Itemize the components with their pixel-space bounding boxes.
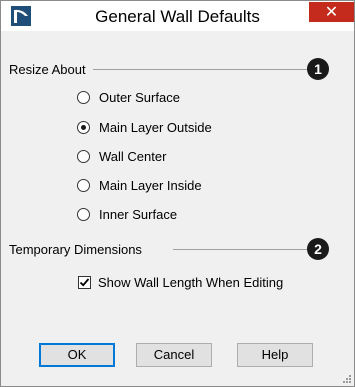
dialog-window: General Wall Defaults ✕ Resize About 1 O… bbox=[0, 0, 355, 387]
radio-label: Main Layer Outside bbox=[99, 119, 212, 135]
cancel-button[interactable]: Cancel bbox=[136, 343, 212, 367]
show-wall-length-label: Show Wall Length When Editing bbox=[98, 274, 284, 290]
callout-badge-1: 1 bbox=[307, 58, 329, 80]
radio-wall-center[interactable]: Wall Center bbox=[77, 147, 166, 165]
radio-label: Outer Surface bbox=[99, 89, 180, 105]
title-bar[interactable]: General Wall Defaults ✕ bbox=[1, 1, 354, 31]
close-icon: ✕ bbox=[324, 2, 339, 21]
radio-outer-surface[interactable]: Outer Surface bbox=[77, 88, 180, 106]
show-wall-length-checkbox[interactable] bbox=[78, 275, 91, 289]
temporary-dimensions-divider bbox=[173, 249, 311, 250]
radio-main-layer-inside[interactable]: Main Layer Inside bbox=[77, 176, 202, 194]
checkmark-icon bbox=[79, 277, 90, 287]
radio-label: Main Layer Inside bbox=[99, 177, 202, 193]
radio-label: Inner Surface bbox=[99, 206, 178, 222]
radio-button-icon[interactable] bbox=[77, 178, 90, 192]
close-button[interactable]: ✕ bbox=[309, 2, 354, 22]
radio-button-icon[interactable] bbox=[77, 90, 90, 104]
resize-about-label: Resize About bbox=[9, 62, 92, 77]
temporary-dimensions-label: Temporary Dimensions bbox=[9, 242, 148, 257]
ok-button[interactable]: OK bbox=[39, 343, 115, 367]
radio-main-layer-outside[interactable]: Main Layer Outside bbox=[77, 118, 212, 136]
window-title: General Wall Defaults bbox=[95, 7, 260, 26]
radio-inner-surface[interactable]: Inner Surface bbox=[77, 205, 177, 223]
radio-button-checked-icon[interactable] bbox=[77, 120, 90, 134]
radio-button-icon[interactable] bbox=[77, 207, 90, 221]
radio-label: Wall Center bbox=[99, 148, 167, 164]
resize-grip-icon[interactable] bbox=[341, 373, 351, 383]
radio-button-icon[interactable] bbox=[77, 149, 90, 163]
resize-about-divider bbox=[93, 69, 311, 70]
show-wall-length-checkbox-row[interactable]: Show Wall Length When Editing bbox=[78, 274, 283, 290]
help-button[interactable]: Help bbox=[237, 343, 313, 367]
callout-badge-2: 2 bbox=[307, 238, 329, 260]
